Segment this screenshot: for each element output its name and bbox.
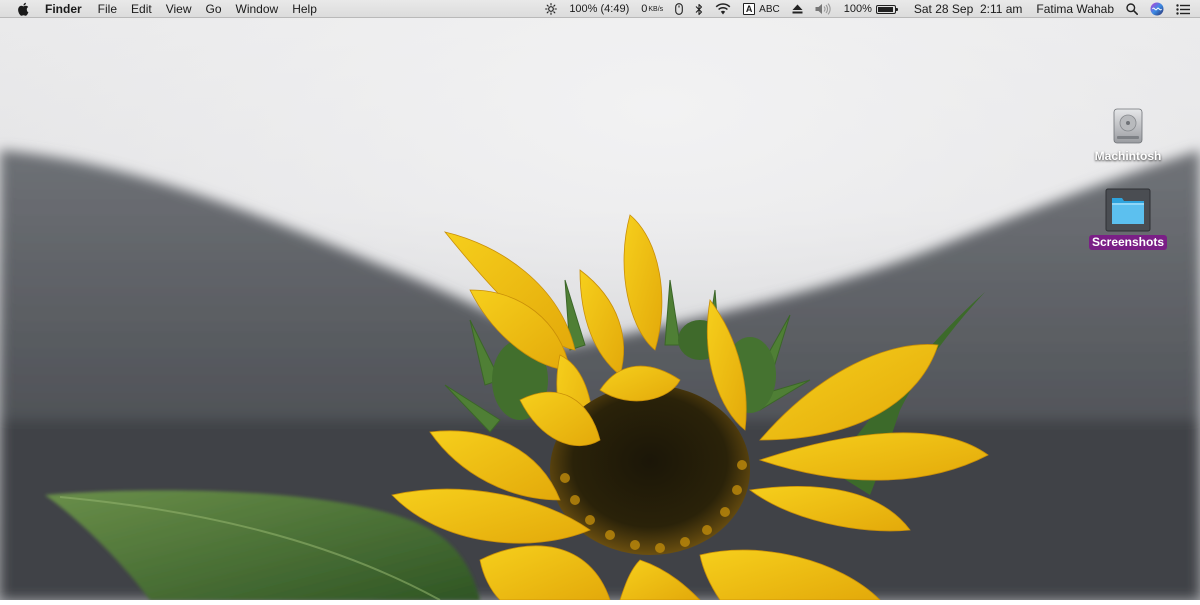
clock[interactable]: Sat 28 Sep 2:11 am [902, 0, 1029, 18]
desktop-wallpaper [0, 0, 1200, 601]
battery-fill-level [877, 6, 893, 12]
hard-drive-icon [1113, 108, 1143, 144]
desktop-icon-label: Screenshots [1088, 235, 1168, 250]
desktop-icon-label: Machintosh [1094, 149, 1162, 163]
wifi-icon[interactable] [709, 0, 737, 18]
menu-view[interactable]: View [159, 0, 199, 18]
menu-file[interactable]: File [91, 0, 124, 18]
network-speed-unit: KB/s [648, 5, 664, 13]
bluetooth-icon[interactable] [689, 0, 709, 18]
notification-center-icon[interactable] [1170, 0, 1200, 18]
input-source-badge: A [743, 3, 756, 15]
battery-status[interactable]: 100% [838, 0, 902, 18]
network-speed-value: 0 [641, 3, 648, 15]
menu-window[interactable]: Window [229, 0, 286, 18]
sunflower-wallpaper-image [0, 0, 1200, 601]
battery-time-status[interactable]: 100% (4:49) [563, 0, 635, 18]
user-menu[interactable]: Fatima Wahab [1028, 0, 1120, 18]
clock-date: Sat 28 Sep [913, 2, 974, 16]
volume-icon[interactable] [809, 0, 838, 18]
menu-edit[interactable]: Edit [124, 0, 159, 18]
siri-icon[interactable] [1144, 0, 1170, 18]
desktop-icon-machintosh[interactable]: Machintosh [1080, 106, 1176, 164]
app-menu-finder[interactable]: Finder [45, 0, 91, 18]
spotlight-search-icon[interactable] [1120, 0, 1144, 18]
menu-go[interactable]: Go [199, 0, 229, 18]
battery-percent: 100% [843, 3, 872, 15]
apple-menu-icon[interactable] [16, 0, 30, 18]
folder-icon [1105, 188, 1151, 232]
menu-bar: Finder File Edit View Go Window Help 100… [0, 0, 1200, 18]
network-speed-status[interactable]: 0 KB/s [635, 0, 669, 18]
input-source-menu[interactable]: A ABC [737, 0, 786, 18]
clock-time: 2:11 am [979, 2, 1023, 16]
eject-icon[interactable] [786, 0, 809, 18]
desktop-icon-screenshots[interactable]: Screenshots [1080, 188, 1176, 250]
input-source-label: ABC [759, 3, 780, 15]
battery-icon [875, 4, 898, 14]
brightness-icon[interactable] [539, 0, 563, 18]
mouse-icon[interactable] [669, 0, 689, 18]
menu-help[interactable]: Help [285, 0, 324, 18]
